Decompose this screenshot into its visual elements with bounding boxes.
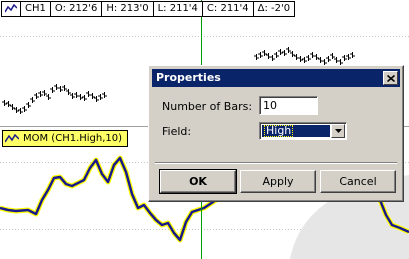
price-bar [350,52,355,58]
indicator-name: MOM (CH1.High,10) [23,133,123,144]
cancel-button[interactable]: Cancel [320,170,396,193]
price-bar [86,91,91,97]
price-bar [66,89,71,95]
price-bar [98,94,103,100]
dialog-title: Properties [156,71,221,84]
dialog-separator [155,162,397,164]
chart-icon [1,1,21,17]
price-bar [30,97,35,103]
change-value: Δ: -2'0 [252,1,296,17]
price-bar [54,84,59,90]
price-bar [334,57,339,63]
bars-label: Number of Bars: [162,100,253,113]
number-of-bars-input[interactable] [259,96,318,115]
price-bar [22,106,27,112]
price-bar [326,56,331,62]
close-value: C: 211'4 [201,1,254,17]
ohlc-info-bar: CH1 O: 212'6 H: 213'0 L: 211'4 C: 211'4 … [1,1,296,17]
price-bar [50,87,55,93]
open-value: O: 212'6 [49,1,103,17]
low-value: L: 211'4 [152,1,203,17]
price-bar [34,93,39,99]
field-selected-value: High [262,125,330,137]
price-bar [26,102,31,108]
symbol-label: CH1 [20,1,51,17]
high-value: H: 213'0 [101,1,154,17]
properties-dialog: Properties Number of Bars: Field: High O… [148,65,404,202]
price-bar [286,47,291,53]
close-icon[interactable] [383,71,398,85]
indicator-icon [5,133,19,144]
dialog-titlebar[interactable]: Properties [152,69,400,87]
field-select[interactable]: High [259,122,347,140]
price-bar [274,52,279,58]
price-bar [330,53,335,59]
price-bar [258,52,263,58]
price-bar [270,55,275,61]
price-bar [102,92,107,98]
price-bar [254,54,259,60]
field-label: Field: [162,125,192,138]
price-bar [310,52,315,58]
apply-button[interactable]: Apply [240,170,316,193]
indicator-label[interactable]: MOM (CH1.High,10) [2,130,129,147]
chevron-down-icon[interactable] [331,124,345,138]
ok-button[interactable]: OK [159,169,237,194]
price-bar [306,55,311,61]
price-bar [46,94,51,100]
